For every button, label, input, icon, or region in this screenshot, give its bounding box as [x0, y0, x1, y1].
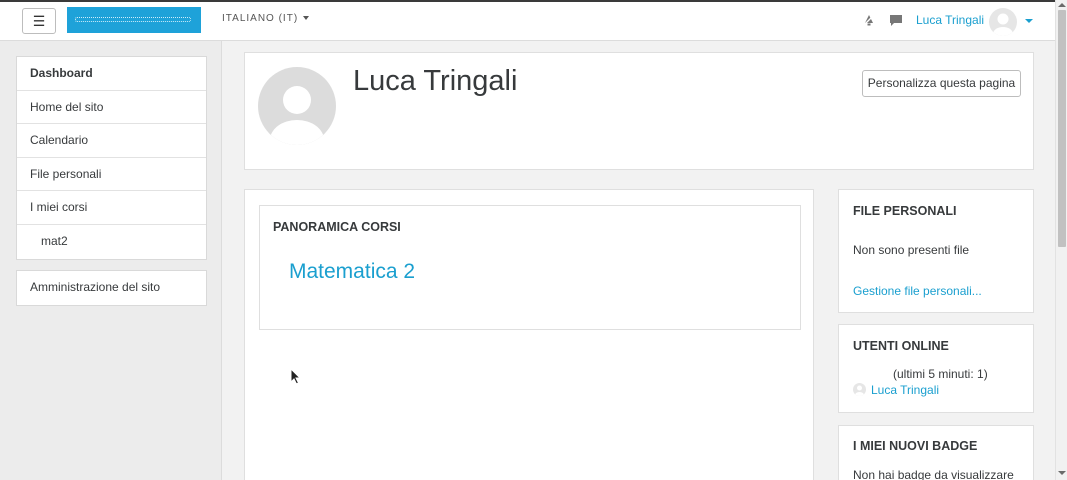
nav-item-dashboard[interactable]: Dashboard [17, 57, 206, 91]
online-period-text: (ultimi 5 minuti: 1) [893, 367, 988, 381]
manage-files-link[interactable]: Gestione file personali... [853, 284, 982, 298]
profile-avatar [258, 67, 336, 145]
badges-block: I MIEI NUOVI BADGE Non hai badge da visu… [838, 425, 1034, 480]
main-content: PANORAMICA CORSI Matematica 2 [244, 189, 814, 480]
badges-title: I MIEI NUOVI BADGE [853, 439, 978, 453]
navigation-block: Dashboard Home del sito Calendario File … [16, 56, 207, 260]
user-silhouette-icon [270, 86, 324, 145]
scroll-thumb[interactable] [1058, 10, 1066, 247]
user-menu-caret-icon[interactable] [1025, 19, 1033, 23]
course-overview-title: PANORAMICA CORSI [273, 220, 401, 234]
language-menu[interactable]: ITALIANO (IT) [222, 13, 310, 24]
customize-page-button[interactable]: Personalizza questa pagina [862, 70, 1021, 97]
logo-graphic [75, 17, 191, 22]
nav-item-my-courses[interactable]: I miei corsi [17, 191, 206, 225]
nav-item-calendar[interactable]: Calendario [17, 124, 206, 158]
top-navbar: ☰ ITALIANO (IT) Luca Tringali [0, 0, 1055, 41]
online-users-block: UTENTI ONLINE (ultimi 5 minuti: 1) Luca … [838, 324, 1034, 413]
chevron-down-icon [303, 16, 310, 21]
nav-item-course-mat2[interactable]: mat2 [17, 225, 206, 259]
nav-item-private-files[interactable]: File personali [17, 158, 206, 192]
scroll-up-icon[interactable] [1058, 3, 1066, 7]
user-avatar[interactable] [989, 8, 1017, 36]
language-label: ITALIANO (IT) [222, 13, 299, 24]
no-files-text: Non sono presenti file [853, 243, 970, 257]
scroll-down-icon[interactable] [1058, 471, 1066, 475]
online-user-avatar [853, 383, 866, 396]
user-menu-name[interactable]: Luca Tringali [916, 13, 984, 27]
user-silhouette-icon [993, 13, 1013, 36]
online-users-title: UTENTI ONLINE [853, 339, 949, 353]
menu-toggle-button[interactable]: ☰ [22, 8, 56, 34]
bell-off-icon[interactable] [862, 13, 876, 27]
left-sidebar: Dashboard Home del sito Calendario File … [0, 41, 222, 480]
user-silhouette-icon [855, 385, 864, 396]
course-overview-block: PANORAMICA CORSI Matematica 2 [259, 205, 801, 330]
mouse-cursor-icon [290, 368, 301, 385]
site-logo[interactable] [67, 7, 201, 33]
private-files-block: FILE PERSONALI Non sono presenti file Ge… [838, 189, 1034, 313]
page-title: Luca Tringali [353, 65, 518, 97]
private-files-title: FILE PERSONALI [853, 204, 957, 218]
profile-header: Luca Tringali Personalizza questa pagina [244, 52, 1034, 170]
online-user-link[interactable]: Luca Tringali [871, 383, 939, 397]
nav-item-home[interactable]: Home del sito [17, 91, 206, 125]
no-badges-text: Non hai badge da visualizzare [853, 468, 1014, 480]
nav-item-site-admin[interactable]: Amministrazione del sito [17, 271, 206, 305]
admin-block: Amministrazione del sito [16, 270, 207, 306]
course-link-matematica-2[interactable]: Matematica 2 [289, 260, 415, 284]
messages-icon[interactable] [889, 13, 903, 27]
page-scrollbar[interactable] [1055, 0, 1067, 480]
